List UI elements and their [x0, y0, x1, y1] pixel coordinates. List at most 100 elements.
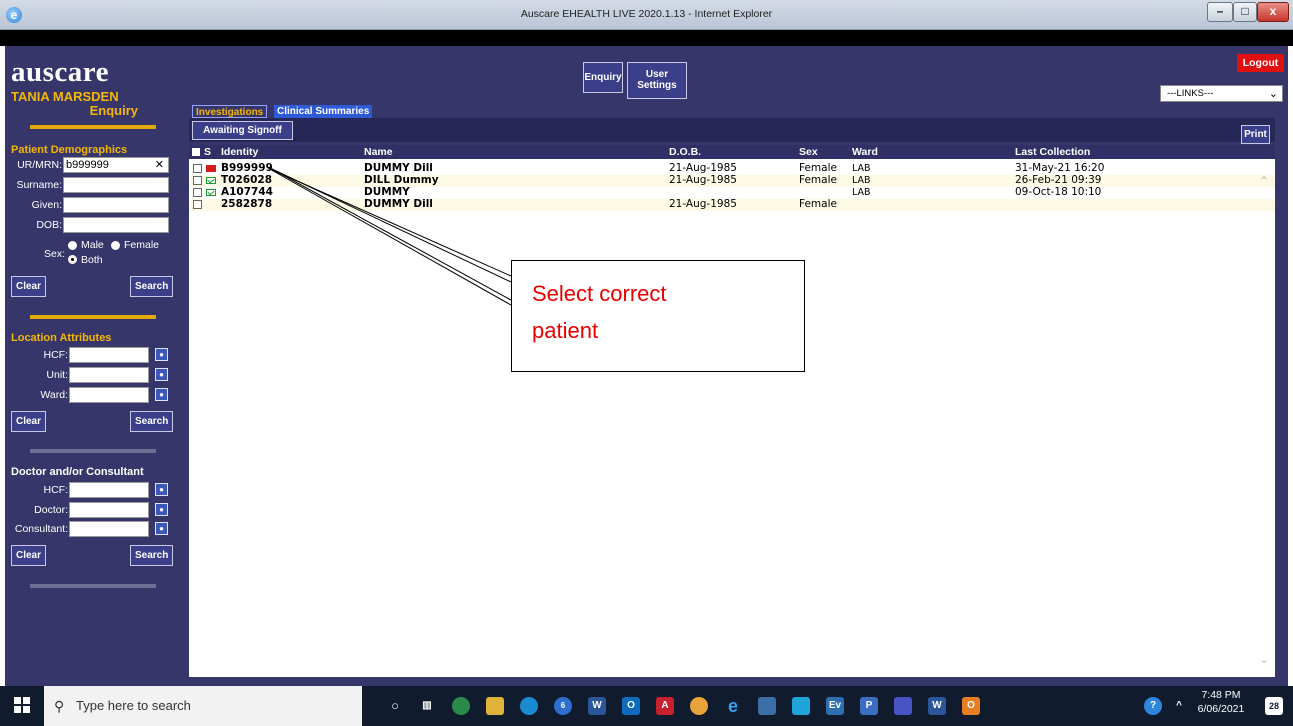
doctor-label: Doctor: [34, 504, 68, 516]
results-toolbar [189, 118, 1275, 142]
word-icon[interactable]: W [588, 697, 606, 715]
maps-icon[interactable] [452, 697, 470, 715]
user-settings-label-1: User [645, 69, 669, 80]
acrobat-icon[interactable]: A [656, 697, 674, 715]
minimize-button[interactable]: – [1207, 2, 1233, 22]
col-dob[interactable]: D.O.B. [669, 145, 701, 159]
col-identity[interactable]: Identity [221, 145, 258, 159]
callout-text: Select correct patient [532, 275, 792, 349]
scroll-up-icon[interactable]: ⌃ [1259, 174, 1269, 188]
col-last-collection[interactable]: Last Collection [1015, 145, 1090, 159]
row-sex: Female [799, 162, 837, 174]
enquiry-button[interactable]: Enquiry [583, 62, 623, 93]
publisher-icon[interactable]: P [860, 697, 878, 715]
demographics-clear-button[interactable]: Clear [11, 276, 47, 297]
location-ward-field[interactable] [69, 387, 149, 403]
links-dropdown[interactable]: ---LINKS--- ⌄ [1160, 85, 1283, 102]
row-dob: 21-Aug-1985 [669, 174, 737, 186]
location-hcf-lookup-icon[interactable]: ● [155, 348, 168, 361]
onedrive-icon[interactable]: 6 [554, 697, 572, 715]
logout-button[interactable]: Logout [1237, 54, 1284, 72]
given-field[interactable] [63, 197, 169, 213]
row-checkbox[interactable] [193, 188, 202, 197]
row-checkbox[interactable] [193, 164, 202, 173]
print-button[interactable]: Print [1241, 125, 1270, 144]
row-checkbox[interactable] [193, 200, 202, 209]
user-settings-label-2: Settings [637, 80, 677, 91]
row-name[interactable]: DUMMY [364, 186, 410, 199]
doctor-hcf-lookup-icon[interactable]: ● [155, 483, 168, 496]
chevron-down-icon: ⌄ [1268, 88, 1278, 100]
location-unit-field[interactable] [69, 367, 149, 383]
location-clear-button[interactable]: Clear [11, 411, 47, 432]
taskbar-clock[interactable]: 7:48 PM 6/06/2021 [1196, 688, 1246, 716]
tab-investigations[interactable]: Investigations [192, 105, 268, 118]
file-explorer-icon[interactable] [486, 697, 504, 715]
tab-clinical-summaries[interactable]: Clinical Summaries [274, 105, 373, 118]
clear-x-icon[interactable]: ✕ [155, 158, 164, 172]
table-row[interactable]: A107744 DUMMY LAB 09-Oct-18 10:10 [189, 186, 1275, 199]
windows-start-icon[interactable] [14, 697, 30, 713]
row-name[interactable]: DUMMY Dill [364, 162, 433, 175]
col-name[interactable]: Name [364, 145, 393, 159]
row-identity[interactable]: T026028 [221, 174, 272, 187]
outlook-icon[interactable]: O [622, 697, 640, 715]
location-search-button[interactable]: Search [130, 411, 174, 432]
demographics-search-button[interactable]: Search [130, 276, 174, 297]
word-document-icon[interactable]: W [928, 697, 946, 715]
edge-icon[interactable] [520, 697, 538, 715]
doctor-field[interactable] [69, 502, 149, 518]
notifications-icon[interactable]: 28 [1265, 697, 1283, 715]
row-name[interactable]: DILL Dummy [364, 174, 439, 187]
col-s[interactable]: S [204, 145, 211, 159]
cortana-icon[interactable]: ○ [386, 697, 404, 715]
calculator-icon[interactable] [758, 697, 776, 715]
surname-label: Surname: [16, 179, 62, 191]
select-all-checkbox[interactable] [192, 148, 200, 156]
table-row[interactable]: B999999 DUMMY Dill 21-Aug-1985 Female LA… [189, 162, 1275, 175]
location-unit-lookup-icon[interactable]: ● [155, 368, 168, 381]
row-identity[interactable]: A107744 [221, 186, 273, 199]
chevron-up-icon[interactable]: ^ [1170, 697, 1188, 715]
table-row[interactable]: T026028 DILL Dummy 21-Aug-1985 Female LA… [189, 174, 1275, 187]
sex-male-radio[interactable] [68, 241, 77, 250]
user-settings-button[interactable]: User Settings [627, 62, 687, 99]
doctor-hcf-field[interactable] [69, 482, 149, 498]
clock-date: 6/06/2021 [1197, 703, 1245, 715]
row-ward: LAB [852, 163, 871, 174]
help-icon[interactable]: ? [1144, 697, 1162, 715]
maximize-button[interactable]: □ [1233, 2, 1257, 22]
col-ward[interactable]: Ward [852, 145, 878, 159]
window-title: Auscare EHEALTH LIVE 2020.1.13 - Interne… [520, 8, 773, 20]
doctor-search-button[interactable]: Search [130, 545, 174, 566]
col-sex[interactable]: Sex [799, 145, 818, 159]
row-identity[interactable]: B999999 [221, 162, 273, 175]
task-view-icon[interactable]: ▥ [418, 697, 436, 715]
app-icon[interactable] [894, 697, 912, 715]
app-icon[interactable] [792, 697, 810, 715]
sex-both-radio[interactable] [68, 255, 77, 264]
evernote-icon[interactable]: Ev [826, 697, 844, 715]
doctor-clear-button[interactable]: Clear [11, 545, 47, 566]
row-identity[interactable]: 2582878 [221, 198, 272, 211]
scroll-down-icon[interactable]: ⌄ [1259, 652, 1269, 666]
surname-field[interactable] [63, 177, 169, 193]
awaiting-signoff-button[interactable]: Awaiting Signoff [192, 121, 293, 140]
consultant-lookup-icon[interactable]: ● [155, 522, 168, 535]
chrome-icon[interactable] [690, 697, 708, 715]
row-checkbox[interactable] [193, 176, 202, 185]
location-ward-lookup-icon[interactable]: ● [155, 388, 168, 401]
onenote-icon[interactable]: O [962, 697, 980, 715]
sex-female-radio[interactable] [111, 241, 120, 250]
table-row[interactable]: 2582878 DUMMY Dill 21-Aug-1985 Female [189, 198, 1275, 211]
consultant-field[interactable] [69, 521, 149, 537]
taskbar-search-box[interactable]: ⚲ Type here to search [44, 686, 362, 726]
urmrn-field[interactable]: b999999 ✕ [63, 157, 169, 173]
row-name[interactable]: DUMMY Dill [364, 198, 433, 211]
close-button[interactable]: x [1257, 2, 1289, 22]
doctor-lookup-icon[interactable]: ● [155, 503, 168, 516]
internet-explorer-taskbar-icon[interactable]: e [724, 697, 742, 715]
dob-field[interactable] [63, 217, 169, 233]
location-hcf-field[interactable] [69, 347, 149, 363]
clock-time: 7:48 PM [1201, 689, 1241, 701]
